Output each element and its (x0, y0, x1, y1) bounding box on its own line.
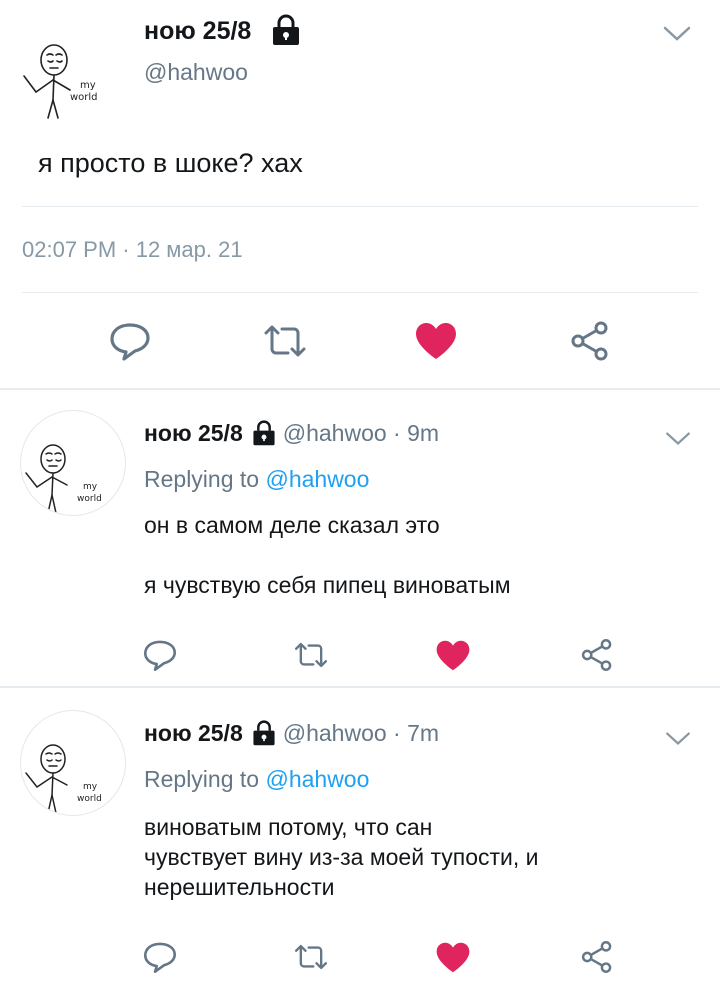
timestamp[interactable]: 02:07 PM · 12 мар. 21 (22, 235, 243, 265)
mention-link[interactable]: @hahwoo (265, 766, 369, 792)
text-line: он в самом деле сказал это (144, 512, 440, 538)
share-icon (571, 321, 608, 361)
tweet-thread: my world ною 25/8 @hahwoo я просто в шок… (0, 0, 720, 986)
text-line: чувствует вину из-за моей тупости, и (144, 844, 539, 870)
replying-to: Replying to @hahwoo (144, 464, 369, 494)
lock-icon (271, 14, 301, 51)
mention-link[interactable]: @hahwoo (265, 466, 369, 492)
retweet-button[interactable] (291, 635, 331, 675)
share-button[interactable] (577, 635, 617, 675)
handle-and-time[interactable]: @hahwoo · 9m (283, 418, 439, 448)
like-button[interactable] (433, 937, 473, 977)
handle[interactable]: @hahwoo (144, 58, 248, 86)
chevron-down-icon[interactable] (664, 430, 692, 453)
handle-and-time[interactable]: @hahwoo · 7m (283, 718, 439, 748)
like-icon (436, 942, 470, 972)
reply-button[interactable] (140, 635, 180, 675)
text-line (144, 540, 684, 570)
retweet-button[interactable] (291, 937, 331, 977)
reply-text: он в самом деле сказал это я чувствую се… (144, 510, 684, 600)
retweet-button[interactable] (262, 318, 308, 364)
display-name[interactable]: ною 25/8 (144, 718, 243, 748)
divider (22, 206, 698, 207)
chevron-down-icon[interactable] (664, 730, 692, 753)
avatar[interactable]: my world (22, 40, 120, 120)
replying-to: Replying to @hahwoo (144, 764, 369, 794)
svg-text:world: world (77, 794, 102, 804)
chevron-down-icon[interactable] (662, 24, 692, 49)
share-icon (581, 941, 612, 973)
reply-icon (110, 323, 150, 361)
like-icon (416, 323, 456, 359)
like-button[interactable] (433, 635, 473, 675)
svg-text:world: world (77, 494, 102, 504)
text-line: я чувствую себя пипец виноватым (144, 572, 511, 598)
tweet-text: я просто в шоке? хах (38, 148, 303, 178)
reply-header: ною 25/8 @hahwoo · 7m (144, 718, 439, 748)
reply-tweet[interactable]: my world ною 25/8 @hahwoo · 9m Replying … (0, 390, 720, 686)
reply-header: ною 25/8 @hahwoo · 9m (144, 418, 439, 448)
reply-icon (143, 640, 177, 672)
reply-tweet[interactable]: my world ною 25/8 @hahwoo · 7m Replying … (0, 688, 720, 986)
display-name[interactable]: ною 25/8 (144, 14, 251, 48)
text-line: виноватым потому, что сан (144, 814, 433, 840)
lock-icon (251, 420, 277, 446)
reply-button[interactable] (140, 937, 180, 977)
svg-text:my: my (83, 482, 98, 492)
avatar-text-my: my (80, 80, 96, 91)
replying-to-label: Replying to (144, 766, 266, 792)
reply-button[interactable] (107, 318, 153, 364)
retweet-icon (264, 325, 306, 357)
reply-text: виноватым потому, что сан чувствует вину… (144, 812, 684, 902)
divider (22, 292, 698, 293)
avatar[interactable]: my world (20, 410, 126, 516)
svg-text:my: my (83, 782, 98, 792)
text-line: нерешительности (144, 874, 335, 900)
lock-icon (251, 720, 277, 746)
like-button[interactable] (413, 318, 459, 364)
retweet-icon (294, 944, 328, 970)
retweet-icon (294, 642, 328, 668)
main-tweet[interactable]: my world ною 25/8 @hahwoo я просто в шок… (0, 0, 720, 388)
replying-to-label: Replying to (144, 466, 266, 492)
share-button[interactable] (577, 937, 617, 977)
avatar[interactable]: my world (20, 710, 126, 816)
reply-icon (143, 942, 177, 974)
like-icon (436, 640, 470, 670)
share-button[interactable] (567, 318, 613, 364)
avatar-text-world: world (70, 92, 98, 103)
display-name[interactable]: ною 25/8 (144, 418, 243, 448)
share-icon (581, 639, 612, 671)
